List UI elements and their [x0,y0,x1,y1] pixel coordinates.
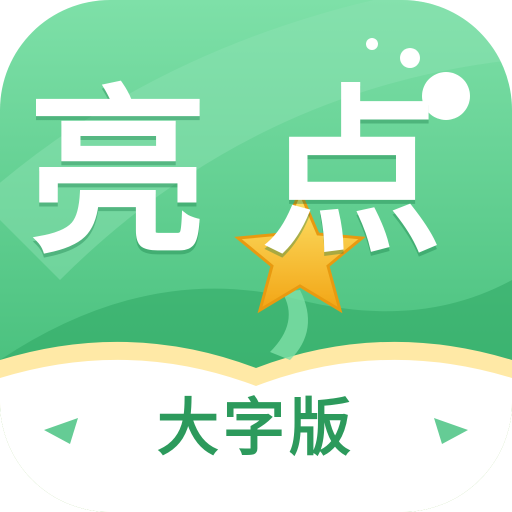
title-char-dian: 点 [262,70,443,279]
decor-dot-small [366,38,378,50]
decor-dot-medium [400,48,420,68]
subtitle-large-font: 大字版 [156,391,355,464]
app-icon[interactable]: 亮 点 大字版 [0,0,512,512]
title-char-liang: 亮 [28,70,209,279]
